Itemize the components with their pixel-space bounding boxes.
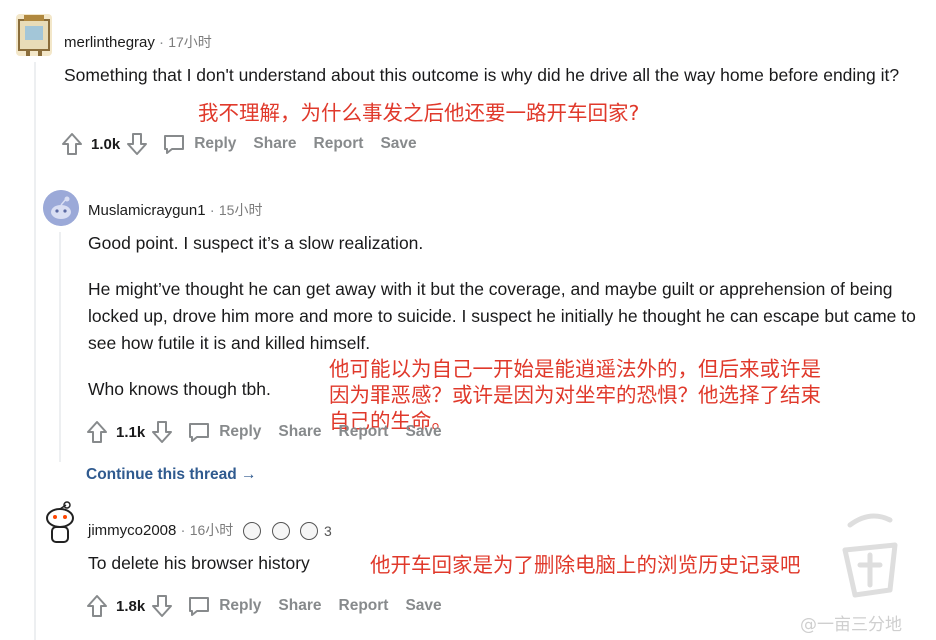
reply-button[interactable]: Reply <box>194 135 236 153</box>
vote-count: 1.0k <box>91 135 121 153</box>
snoo-avatar-icon <box>43 190 79 226</box>
username[interactable]: merlinthegray <box>64 34 155 51</box>
timestamp[interactable]: 15小时 <box>219 202 263 218</box>
comment-actions: 1.0k Reply Share Report Save <box>61 131 434 157</box>
share-button[interactable]: Share <box>278 597 321 615</box>
save-button[interactable]: Save <box>380 135 416 153</box>
upvote-icon[interactable] <box>61 132 83 156</box>
watermark: @一亩三分地 <box>800 615 902 635</box>
comment-body: To delete his browser history <box>88 550 388 577</box>
award-count: 3 <box>323 523 332 540</box>
timestamp[interactable]: 16小时 <box>190 522 234 538</box>
save-button[interactable]: Save <box>405 423 441 441</box>
comment-text: To delete his browser history <box>88 553 310 573</box>
share-button[interactable]: Share <box>278 423 321 441</box>
vote-count: 1.1k <box>116 423 146 441</box>
comment-paragraph: Good point. I suspect it’s a slow realiz… <box>88 233 424 253</box>
share-button[interactable]: Share <box>253 135 296 153</box>
award-icon[interactable] <box>271 522 290 541</box>
upvote-icon[interactable] <box>86 594 108 618</box>
avatar[interactable] <box>42 500 78 544</box>
thread-line[interactable] <box>34 62 36 640</box>
comment-paragraph: He might’ve thought he can get away with… <box>88 279 916 353</box>
downvote-icon[interactable] <box>126 132 148 156</box>
award-icon[interactable] <box>243 522 262 541</box>
comment-author[interactable]: jimmyco2008 · 16小时 3 <box>88 520 332 541</box>
downvote-icon[interactable] <box>151 594 173 618</box>
comment-author[interactable]: merlinthegray · 17小时 <box>64 32 212 52</box>
comment-author[interactable]: Muslamicraygun1 · 15小时 <box>88 200 262 220</box>
username[interactable]: jimmyco2008 <box>88 522 176 539</box>
comment-icon[interactable] <box>162 133 186 155</box>
comment-icon[interactable] <box>187 595 211 617</box>
avatar[interactable] <box>43 190 79 226</box>
avatar[interactable] <box>16 14 52 56</box>
comment-text: Something that I don't understand about … <box>64 65 900 85</box>
award-icon[interactable] <box>299 522 318 541</box>
report-button[interactable]: Report <box>339 597 389 615</box>
separator: · <box>180 522 186 539</box>
user-avatar-icon <box>18 15 50 56</box>
thread-line[interactable] <box>59 232 61 462</box>
translation-annotation: 他开车回家是为了删除电脑上的浏览历史记录吧 <box>370 553 801 577</box>
upvote-icon[interactable] <box>86 420 108 444</box>
save-button[interactable]: Save <box>405 597 441 615</box>
snoo-avatar-icon <box>46 501 74 543</box>
downvote-icon[interactable] <box>151 420 173 444</box>
reply-button[interactable]: Reply <box>219 423 261 441</box>
comment-icon[interactable] <box>187 421 211 443</box>
timestamp[interactable]: 17小时 <box>168 34 212 50</box>
comment-actions: 1.1k Reply Share Report Save <box>86 419 459 445</box>
watermark-logo-icon <box>842 513 898 598</box>
separator: · <box>159 34 165 51</box>
annotation-line: 他可能以为自己一开始是能逍遥法外的，但后来或许是 <box>329 357 821 381</box>
username[interactable]: Muslamicraygun1 <box>88 202 206 219</box>
translation-annotation: 我不理解，为什么事发之后他还要一路开车回家? <box>198 101 640 125</box>
separator: · <box>209 202 215 219</box>
report-button[interactable]: Report <box>314 135 364 153</box>
annotation-line: 因为罪恶感？或许是因为对坐牢的恐惧？他选择了结束 <box>329 383 821 407</box>
comment-body: Something that I don't understand about … <box>64 62 914 89</box>
comment-actions: 1.8k Reply Share Report Save <box>86 593 459 619</box>
report-button[interactable]: Report <box>339 423 389 441</box>
continue-thread-link[interactable]: Continue this thread → <box>86 466 257 484</box>
vote-count: 1.8k <box>116 597 146 615</box>
reply-button[interactable]: Reply <box>219 597 261 615</box>
